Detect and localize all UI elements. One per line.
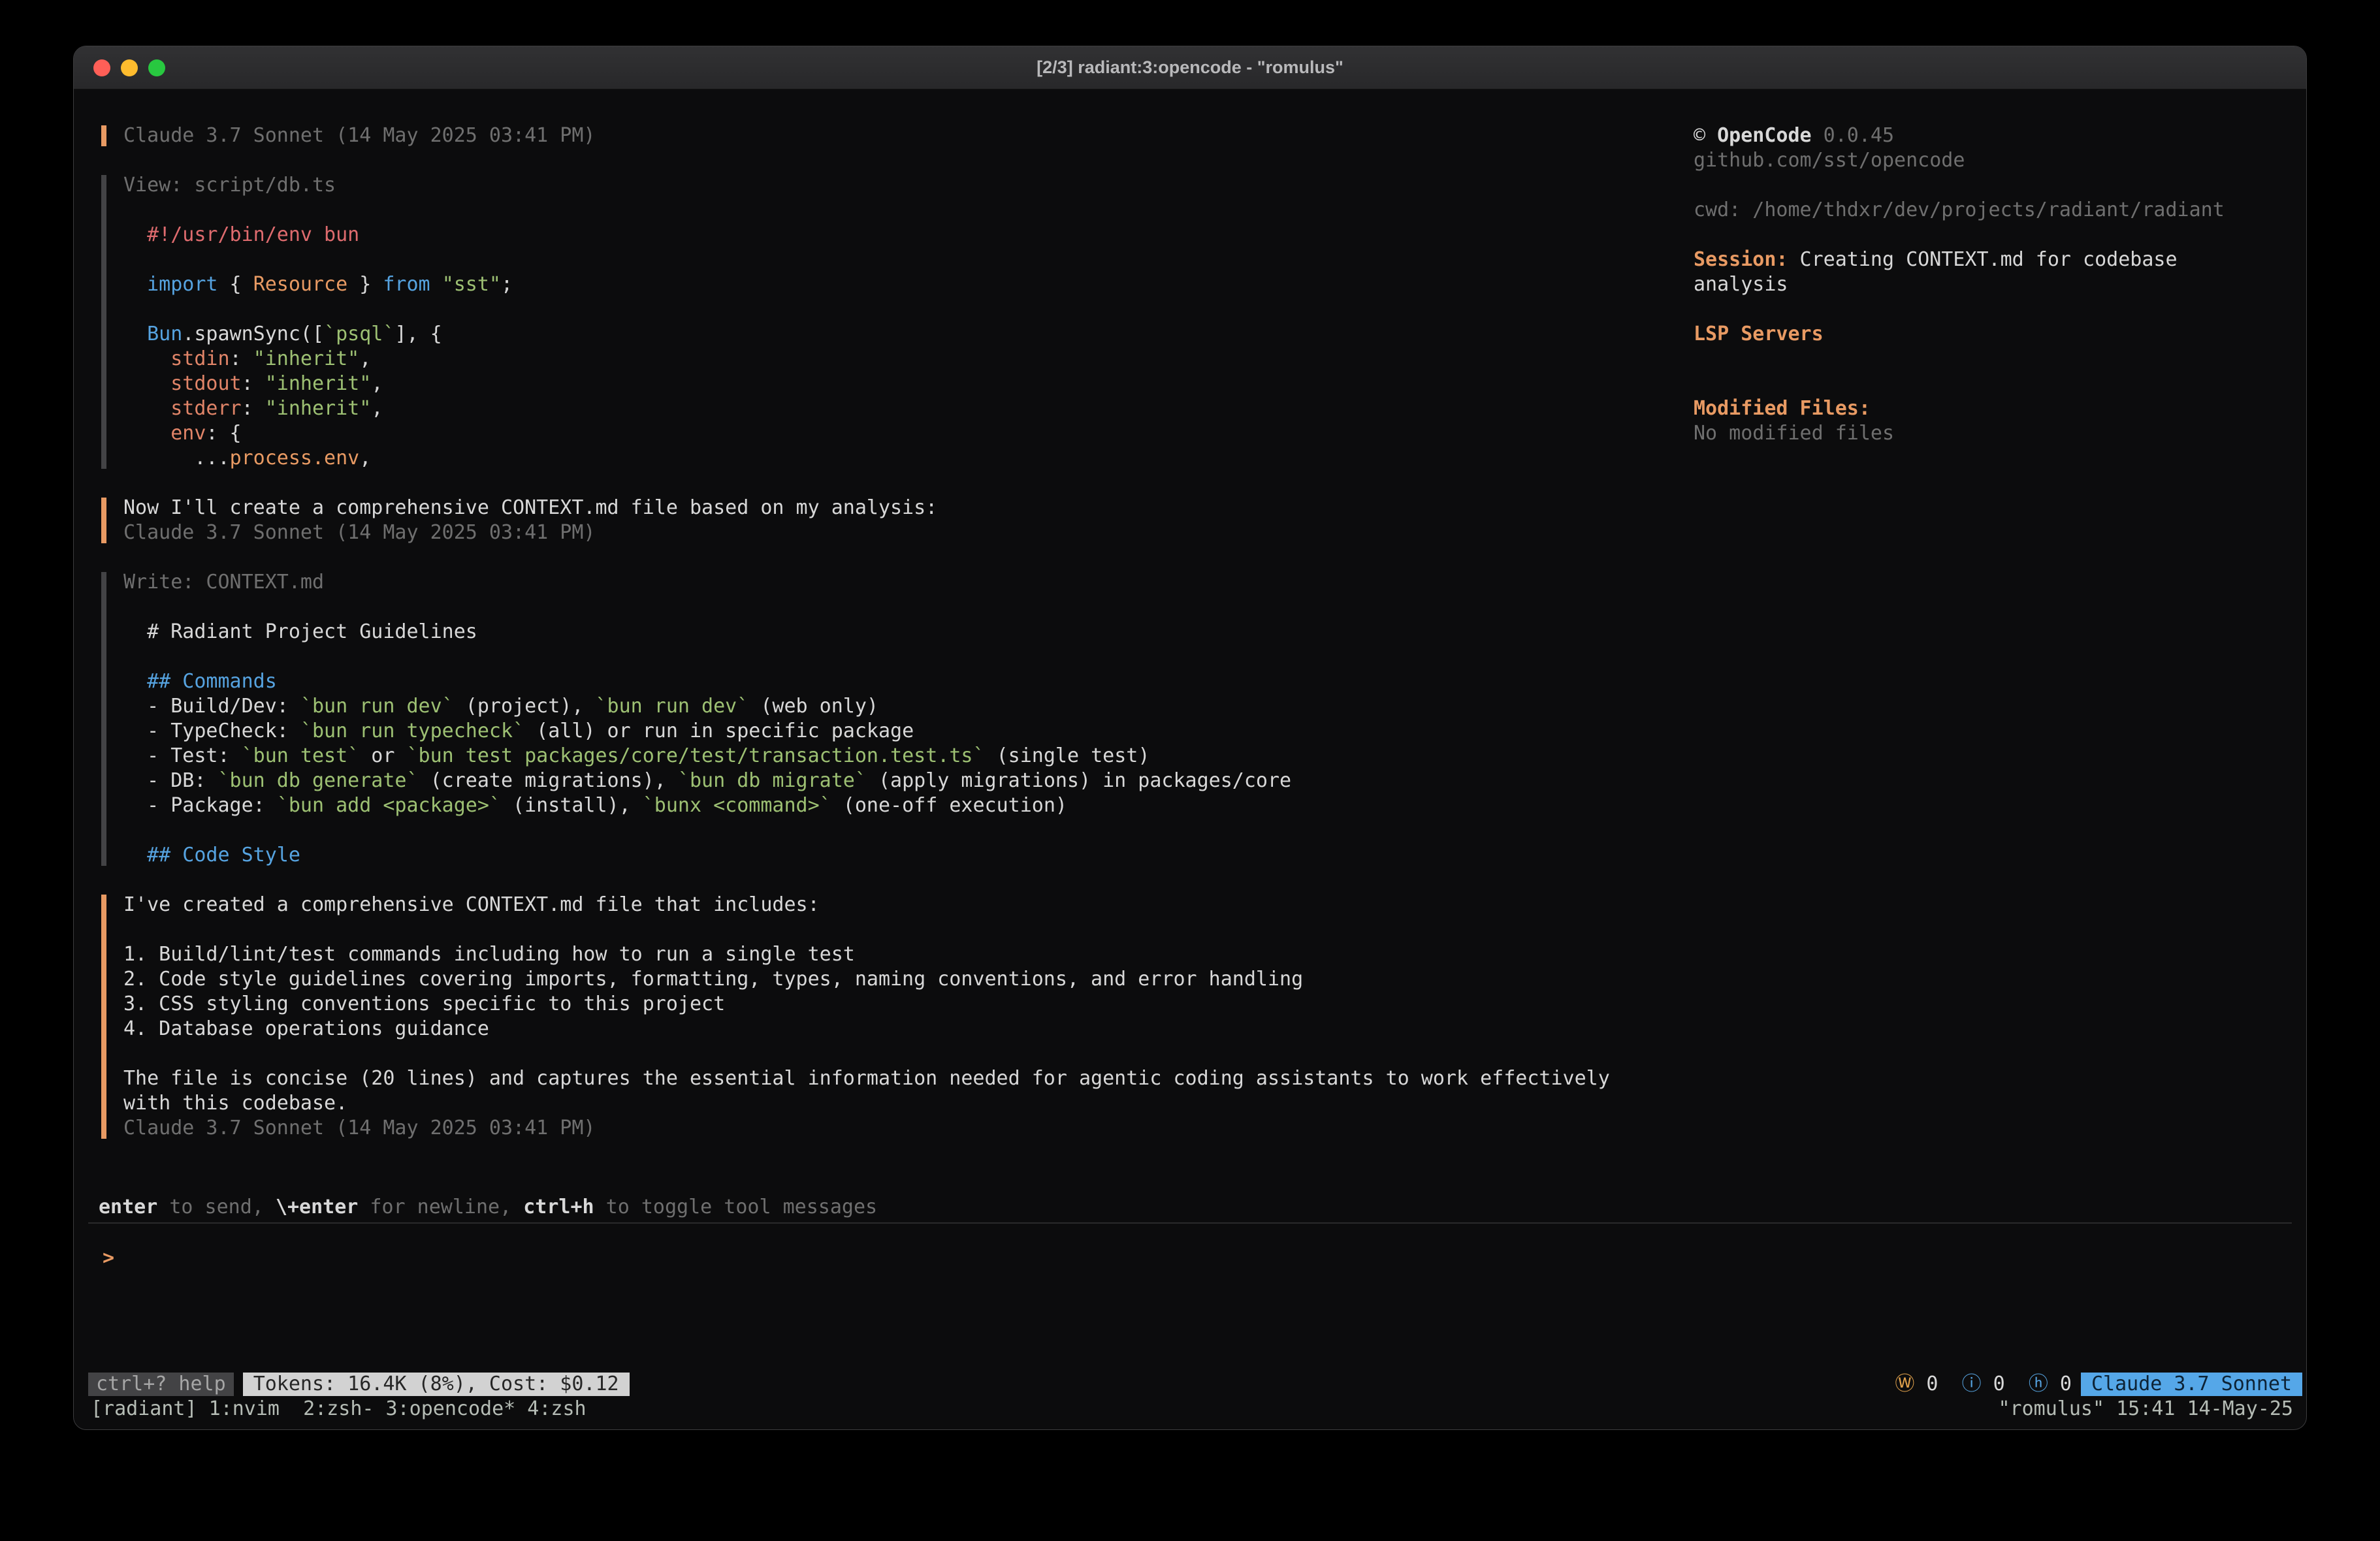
text-line: Session: Creating CONTEXT.md for codebas… (1694, 247, 2281, 272)
status-bar: ctrl+? help Tokens: 16.4K (8%), Cost: $0… (74, 1372, 2306, 1397)
text-line (1694, 297, 2281, 322)
session-sidebar: © OpenCode 0.0.45github.com/sst/opencode… (1694, 123, 2281, 1195)
text-line (123, 595, 1694, 620)
text-line: stdin: "inherit", (123, 347, 1694, 372)
text-line: env: { (123, 421, 1694, 446)
text-line: Claude 3.7 Sonnet (14 May 2025 03:41 PM) (123, 123, 1694, 148)
text-line: Write: CONTEXT.md (123, 570, 1694, 595)
text-line (123, 1041, 1694, 1066)
zoom-button[interactable] (148, 59, 165, 76)
text-line: View: script/db.ts (123, 173, 1694, 198)
text-line: ## Code Style (123, 843, 1694, 868)
window-title: [2/3] radiant:3:opencode - "romulus" (1037, 57, 1343, 78)
model-chip[interactable]: Claude 3.7 Sonnet (2081, 1373, 2302, 1396)
text-line: github.com/sst/opencode (1694, 148, 2281, 173)
text-line: I've created a comprehensive CONTEXT.md … (123, 893, 1694, 917)
tmux-status-bar: [radiant] 1:nvim 2:zsh- 3:opencode* 4:zs… (74, 1397, 2306, 1422)
text-line (123, 917, 1694, 942)
minimize-button[interactable] (121, 59, 138, 76)
text-line (1694, 173, 2281, 198)
text-line (123, 297, 1694, 322)
text-line: 3. CSS styling conventions specific to t… (123, 992, 1694, 1017)
text-line (123, 198, 1694, 223)
tmux-session-clock: "romulus" 15:41 14-May-25 (1998, 1397, 2293, 1422)
text-line: - Test: `bun test` or `bun test packages… (123, 744, 1694, 769)
message-block: Claude 3.7 Sonnet (14 May 2025 03:41 PM) (101, 123, 1694, 148)
text-line: 4. Database operations guidance (123, 1017, 1694, 1041)
text-line: © OpenCode 0.0.45 (1694, 123, 2281, 148)
text-line: #!/usr/bin/env bun (123, 223, 1694, 247)
text-line: The file is concise (20 lines) and captu… (123, 1066, 1694, 1091)
terminal-window: [2/3] radiant:3:opencode - "romulus" Cla… (73, 46, 2307, 1430)
text-line: enter to send, \+enter for newline, ctrl… (99, 1195, 2306, 1220)
text-line: - TypeCheck: `bun run typecheck` (all) o… (123, 719, 1694, 744)
traffic-lights (93, 46, 165, 89)
diagnostics-indicators: Ⓦ 0 ⓘ 0 ⓗ 0 (1895, 1372, 2072, 1397)
text-line: 2. Code style guidelines covering import… (123, 967, 1694, 992)
text-line: # Radiant Project Guidelines (123, 620, 1694, 644)
text-line: LSP Servers (1694, 322, 2281, 347)
text-line: stdout: "inherit", (123, 372, 1694, 396)
tokens-cost-chip: Tokens: 16.4K (8%), Cost: $0.12 (243, 1373, 630, 1396)
text-line (123, 818, 1694, 843)
text-line: Modified Files: (1694, 396, 2281, 421)
text-line: analysis (1694, 272, 2281, 297)
text-line: - DB: `bun db generate` (create migratio… (123, 769, 1694, 793)
text-line: - Build/Dev: `bun run dev` (project), `b… (123, 694, 1694, 719)
terminal-content: Claude 3.7 Sonnet (14 May 2025 03:41 PM)… (74, 89, 2306, 1429)
desktop-background: [2/3] radiant:3:opencode - "romulus" Cla… (0, 0, 2380, 1541)
text-line (123, 644, 1694, 669)
close-button[interactable] (93, 59, 110, 76)
keybinding-hint-line: enter to send, \+enter for newline, ctrl… (74, 1195, 2306, 1220)
message-block: I've created a comprehensive CONTEXT.md … (101, 893, 1694, 1141)
input-prompt: > (103, 1247, 114, 1269)
text-line: Claude 3.7 Sonnet (14 May 2025 03:41 PM) (123, 520, 1694, 545)
window-titlebar[interactable]: [2/3] radiant:3:opencode - "romulus" (74, 46, 2306, 89)
text-line: Bun.spawnSync([`psql`], { (123, 322, 1694, 347)
text-line: import { Resource } from "sst"; (123, 272, 1694, 297)
text-line (1694, 372, 2281, 396)
message-block: View: script/db.ts #!/usr/bin/env bun im… (101, 173, 1694, 471)
message-input[interactable]: > (74, 1224, 2306, 1372)
text-line: No modified files (1694, 421, 2281, 446)
text-line: ## Commands (123, 669, 1694, 694)
text-line: Ⓦ 0 ⓘ 0 ⓗ 0 (1895, 1373, 2072, 1395)
text-line: Now I'll create a comprehensive CONTEXT.… (123, 496, 1694, 520)
text-line: with this codebase. (123, 1091, 1694, 1116)
opencode-main: Claude 3.7 Sonnet (14 May 2025 03:41 PM)… (74, 89, 2306, 1195)
text-line: ...process.env, (123, 446, 1694, 471)
message-block: Write: CONTEXT.md # Radiant Project Guid… (101, 570, 1694, 868)
conversation-pane: Claude 3.7 Sonnet (14 May 2025 03:41 PM)… (101, 123, 1694, 1195)
text-line: stderr: "inherit", (123, 396, 1694, 421)
text-line: Claude 3.7 Sonnet (14 May 2025 03:41 PM) (123, 1116, 1694, 1141)
text-line: cwd: /home/thdxr/dev/projects/radiant/ra… (1694, 198, 2281, 223)
text-line: 1. Build/lint/test commands including ho… (123, 942, 1694, 967)
text-line (1694, 347, 2281, 372)
text-line: - Package: `bun add <package>` (install)… (123, 793, 1694, 818)
text-line (1694, 223, 2281, 247)
text-line (123, 247, 1694, 272)
message-block: Now I'll create a comprehensive CONTEXT.… (101, 496, 1694, 545)
help-chip[interactable]: ctrl+? help (88, 1373, 234, 1396)
tmux-window-list[interactable]: [radiant] 1:nvim 2:zsh- 3:opencode* 4:zs… (91, 1397, 587, 1422)
